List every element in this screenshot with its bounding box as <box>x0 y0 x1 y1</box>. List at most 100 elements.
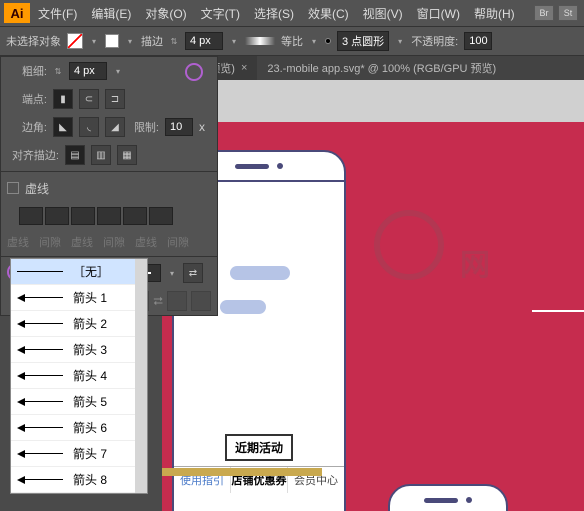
dash-field[interactable] <box>71 207 95 225</box>
close-icon[interactable]: × <box>241 62 247 74</box>
phone-speaker-icon <box>424 498 458 503</box>
stepper-icon[interactable]: ⇅ <box>169 37 179 46</box>
menu-view[interactable]: 视图(V) <box>357 1 409 26</box>
uniform-label: 等比 <box>281 33 303 49</box>
gap-field[interactable] <box>149 207 173 225</box>
phone-mockup-small <box>388 484 508 511</box>
stroke-width-field[interactable]: 4 px <box>185 32 223 50</box>
dropdown-item-label: 箭头 5 <box>73 393 107 410</box>
corner-label: 边角: <box>7 119 47 135</box>
stepper-icon[interactable]: ⇅ <box>53 67 63 76</box>
bridge-button[interactable]: Br <box>534 5 554 21</box>
chevron-down-icon[interactable]: ▾ <box>167 269 177 278</box>
dropdown-item-label: 箭头 2 <box>73 315 107 332</box>
menu-file[interactable]: 文件(F) <box>32 1 83 26</box>
menu-window[interactable]: 窗口(W) <box>411 1 466 26</box>
watermark-icon <box>374 210 444 280</box>
dropdown-item-arrow3[interactable]: 箭头 3 <box>11 337 147 363</box>
canvas[interactable]: 网 近期活动 使用指引 店铺优惠券 会员中心 <box>162 80 584 511</box>
highlight-marker-icon <box>185 63 203 81</box>
fill-swatch[interactable] <box>67 33 83 49</box>
dropdown-item-arrow8[interactable]: 箭头 8 <box>11 467 147 493</box>
cap-butt-button[interactable]: ▮ <box>53 89 73 109</box>
bullet-icon <box>325 38 331 44</box>
document-tabs: B/GPU 预览) × 23.-mobile app.svg* @ 100% (… <box>162 56 584 80</box>
dropdown-item-label: 箭头 3 <box>73 341 107 358</box>
chevron-down-icon[interactable]: ▾ <box>113 67 123 76</box>
cap-projecting-button[interactable]: ⊐ <box>105 89 125 109</box>
dropdown-item-arrow7[interactable]: 箭头 7 <box>11 441 147 467</box>
artboard-strip <box>162 468 322 476</box>
align-stroke-label: 对齐描边: <box>7 147 59 163</box>
dash-gap-labels: 虚线间隙虚线间隙虚线间隙 <box>1 230 217 254</box>
dropdown-item-label: 箭头 7 <box>73 445 107 462</box>
app-logo: Ai <box>4 3 30 23</box>
profile-preview <box>245 37 275 45</box>
selection-status: 未选择对象 <box>6 33 61 49</box>
menu-select[interactable]: 选择(S) <box>248 1 300 26</box>
arrowhead-dropdown: ［无］ 箭头 1 箭头 2 箭头 3 箭头 4 箭头 5 箭头 6 箭头 7 箭… <box>10 258 148 494</box>
menubar: Ai 文件(F) 编辑(E) 对象(O) 文字(T) 选择(S) 效果(C) 视… <box>0 0 584 26</box>
corner-bevel-button[interactable]: ◢ <box>105 117 125 137</box>
gap-field[interactable] <box>45 207 69 225</box>
phone-camera-icon <box>466 497 472 503</box>
scrollbar[interactable] <box>135 259 147 493</box>
weight-label: 粗细: <box>7 63 47 79</box>
phone-speaker-icon <box>235 164 269 169</box>
dropdown-item-arrow5[interactable]: 箭头 5 <box>11 389 147 415</box>
brush-profile-select[interactable]: 3 点圆形 <box>337 31 389 51</box>
align-inside-button[interactable]: ▥ <box>91 145 111 165</box>
section-badge: 近期活动 <box>225 434 293 461</box>
dropdown-item-label: 箭头 6 <box>73 419 107 436</box>
tab-document-2[interactable]: 23.-mobile app.svg* @ 100% (RGB/GPU 预览) <box>257 56 506 80</box>
chevron-down-icon[interactable]: ▾ <box>309 37 319 46</box>
dropdown-item-label: ［无］ <box>73 263 109 280</box>
stroke-label: 描边 <box>141 33 163 49</box>
corner-miter-button[interactable]: ◣ <box>53 117 73 137</box>
menu-help[interactable]: 帮助(H) <box>468 1 521 26</box>
dropdown-item-arrow4[interactable]: 箭头 4 <box>11 363 147 389</box>
align-end-button[interactable] <box>191 291 211 311</box>
dropdown-item-arrow6[interactable]: 箭头 6 <box>11 415 147 441</box>
cap-label: 端点: <box>7 91 47 107</box>
chevron-down-icon[interactable]: ▾ <box>229 37 239 46</box>
limit-label: 限制: <box>131 119 159 135</box>
limit-unit: x <box>199 120 205 134</box>
dropdown-item-arrow1[interactable]: 箭头 1 <box>11 285 147 311</box>
gap-field[interactable] <box>97 207 121 225</box>
chevron-down-icon[interactable]: ▾ <box>89 37 99 46</box>
menu-effect[interactable]: 效果(C) <box>302 1 355 26</box>
align-tip-button[interactable] <box>167 291 187 311</box>
limit-field[interactable]: 10 <box>165 118 193 136</box>
chevron-down-icon[interactable]: ▾ <box>125 37 135 46</box>
stroke-color-swatch[interactable] <box>105 34 119 48</box>
chevron-down-icon[interactable]: ▾ <box>395 37 405 46</box>
guide-bracket <box>532 310 584 450</box>
dash-field[interactable] <box>123 207 147 225</box>
chat-bubble <box>220 300 266 314</box>
dash-field[interactable] <box>19 207 43 225</box>
phone-camera-icon <box>277 163 283 169</box>
options-bar: 未选择对象 ▾ ▾ 描边 ⇅ 4 px ▾ 等比 ▾ 3 点圆形 ▾ 不透明度: 10… <box>0 26 584 56</box>
watermark-text: 网 <box>460 240 490 284</box>
dropdown-item-none[interactable]: ［无］ <box>11 259 147 285</box>
chat-bubble <box>230 266 290 280</box>
stock-button[interactable]: St <box>558 5 578 21</box>
opacity-label: 不透明度: <box>411 33 458 49</box>
menu-type[interactable]: 文字(T) <box>195 1 246 26</box>
dropdown-item-label: 箭头 8 <box>73 471 107 488</box>
menu-edit[interactable]: 编辑(E) <box>85 1 137 26</box>
opacity-field[interactable]: 100 <box>464 32 492 50</box>
menu-object[interactable]: 对象(O) <box>139 1 192 26</box>
corner-round-button[interactable]: ◟ <box>79 117 99 137</box>
dropdown-item-label: 箭头 1 <box>73 289 107 306</box>
dropdown-item-label: 箭头 4 <box>73 367 107 384</box>
dropdown-item-arrow2[interactable]: 箭头 2 <box>11 311 147 337</box>
cap-round-button[interactable]: ⊂ <box>79 89 99 109</box>
swap-arrows-button[interactable]: ⇄ <box>183 263 203 283</box>
dashed-checkbox[interactable] <box>7 182 19 194</box>
align-outside-button[interactable]: ▦ <box>117 145 137 165</box>
weight-field[interactable]: 4 px <box>69 62 107 80</box>
align-center-button[interactable]: ▤ <box>65 145 85 165</box>
dashed-label: 虚线 <box>25 180 49 197</box>
